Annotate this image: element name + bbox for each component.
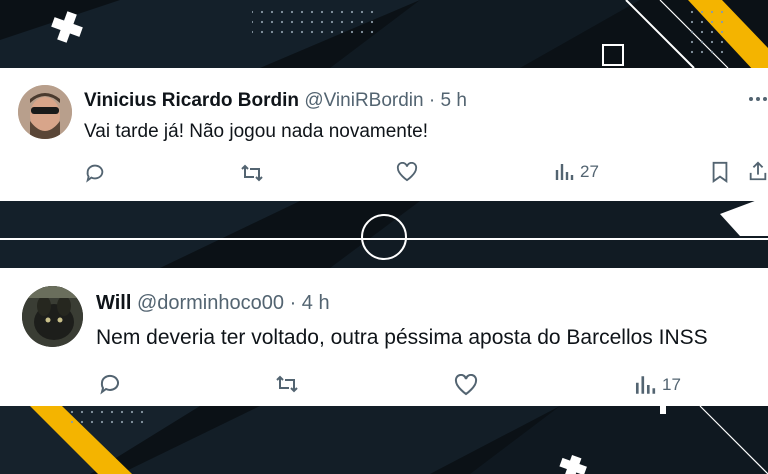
like-button[interactable] — [454, 374, 478, 396]
tweet-text: Nem deveria ter voltado, outra péssima a… — [96, 326, 708, 349]
heart-icon — [454, 374, 478, 396]
views-button[interactable]: 17 — [634, 374, 681, 396]
tweet-header: Will @dorminhoco00 · 4 h — [96, 292, 330, 315]
bookmark-icon — [712, 161, 728, 183]
reply-button[interactable] — [98, 372, 122, 396]
separator: · — [289, 292, 297, 314]
timestamp[interactable]: 4 h — [302, 292, 330, 314]
views-button[interactable]: 27 — [554, 162, 599, 182]
tweet-header: Vinicius Ricardo Bordin @ViniRBordin · 5… — [84, 90, 467, 112]
bookmark-button[interactable] — [710, 161, 730, 183]
reply-icon — [86, 164, 104, 183]
views-chart-icon — [555, 164, 574, 180]
display-name[interactable]: Vinicius Ricardo Bordin — [84, 90, 299, 111]
user-handle[interactable]: @dorminhoco00 — [137, 292, 284, 314]
retweet-button[interactable] — [274, 373, 300, 395]
reply-button[interactable] — [84, 162, 106, 184]
more-horizontal-icon[interactable] — [748, 96, 768, 102]
like-button[interactable] — [396, 162, 418, 182]
views-count: 27 — [580, 162, 599, 181]
user-handle[interactable]: @ViniRBordin — [304, 90, 423, 111]
tweet-text: Vai tarde já! Não jogou nada novamente! — [84, 121, 428, 142]
avatar-photo — [22, 286, 83, 347]
timestamp[interactable]: 5 h — [440, 90, 466, 111]
share-button[interactable] — [748, 160, 768, 182]
retweet-button[interactable] — [240, 162, 264, 184]
views-chart-icon — [635, 376, 656, 394]
center-circle-decoration — [361, 214, 407, 260]
share-icon — [749, 161, 767, 181]
heart-icon — [396, 162, 418, 182]
avatar[interactable] — [22, 286, 83, 347]
separator: · — [428, 90, 436, 111]
display-name[interactable]: Will — [96, 292, 131, 314]
tweet-card[interactable]: Will @dorminhoco00 · 4 h Nem deveria ter… — [0, 268, 768, 406]
reply-icon — [100, 374, 119, 395]
avatar-photo — [18, 85, 72, 139]
retweet-icon — [276, 375, 298, 393]
tweet-card[interactable]: Vinicius Ricardo Bordin @ViniRBordin · 5… — [0, 68, 768, 201]
views-count: 17 — [662, 375, 681, 394]
avatar[interactable] — [18, 85, 72, 139]
retweet-icon — [241, 164, 263, 182]
